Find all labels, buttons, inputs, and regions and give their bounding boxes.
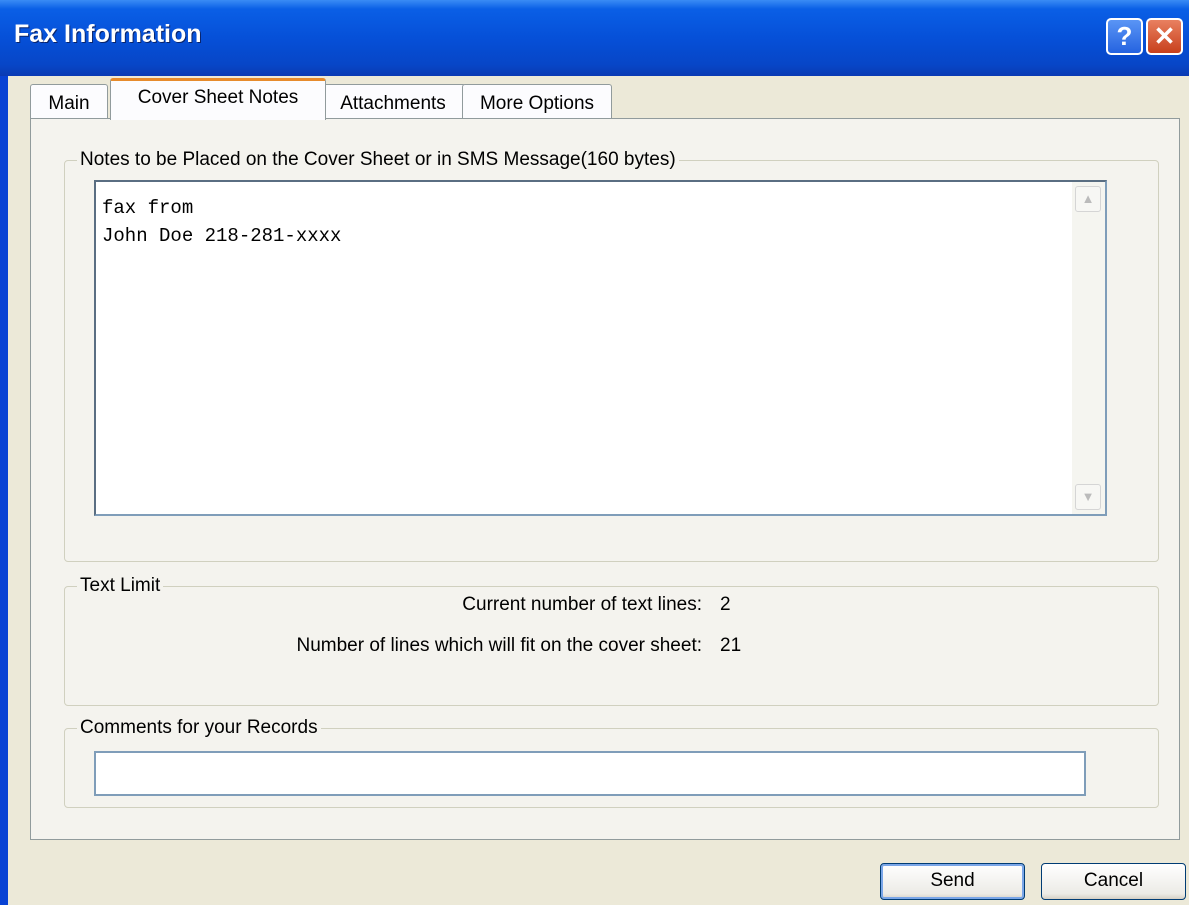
tab-attachments[interactable]: Attachments [320,84,466,120]
window-title: Fax Information [14,20,202,48]
fax-information-dialog: Fax Information ? ✕ Main Cover Sheet Not… [0,0,1189,905]
notes-group-legend: Notes to be Placed on the Cover Sheet or… [77,149,679,171]
cancel-button[interactable]: Cancel [1041,863,1186,900]
help-icon[interactable]: ? [1106,18,1143,55]
tab-main[interactable]: Main [30,84,108,120]
comments-input[interactable] [94,751,1086,796]
tab-more-options[interactable]: More Options [462,84,612,120]
notes-text: fax from John Doe 218-281-xxxx [102,197,342,247]
current-lines-value: 2 [720,594,731,615]
tab-cover-sheet-notes[interactable]: Cover Sheet Notes [110,78,326,120]
comments-legend: Comments for your Records [77,717,321,739]
notes-scrollbar[interactable]: ▲ ▼ [1072,182,1105,514]
fit-lines-label: Number of lines which will fit on the co… [296,635,702,656]
close-icon[interactable]: ✕ [1146,18,1183,55]
send-button[interactable]: Send [880,863,1025,900]
current-lines-label: Current number of text lines: [462,594,702,615]
cover-sheet-notes-textarea[interactable]: fax from John Doe 218-281-xxxx ▲ ▼ [94,180,1107,516]
scroll-down-icon[interactable]: ▼ [1075,484,1101,510]
scroll-up-icon[interactable]: ▲ [1075,186,1101,212]
title-bar[interactable]: Fax Information ? ✕ [0,0,1189,76]
text-limit-legend: Text Limit [77,575,164,597]
fit-lines-value: 21 [720,635,742,656]
